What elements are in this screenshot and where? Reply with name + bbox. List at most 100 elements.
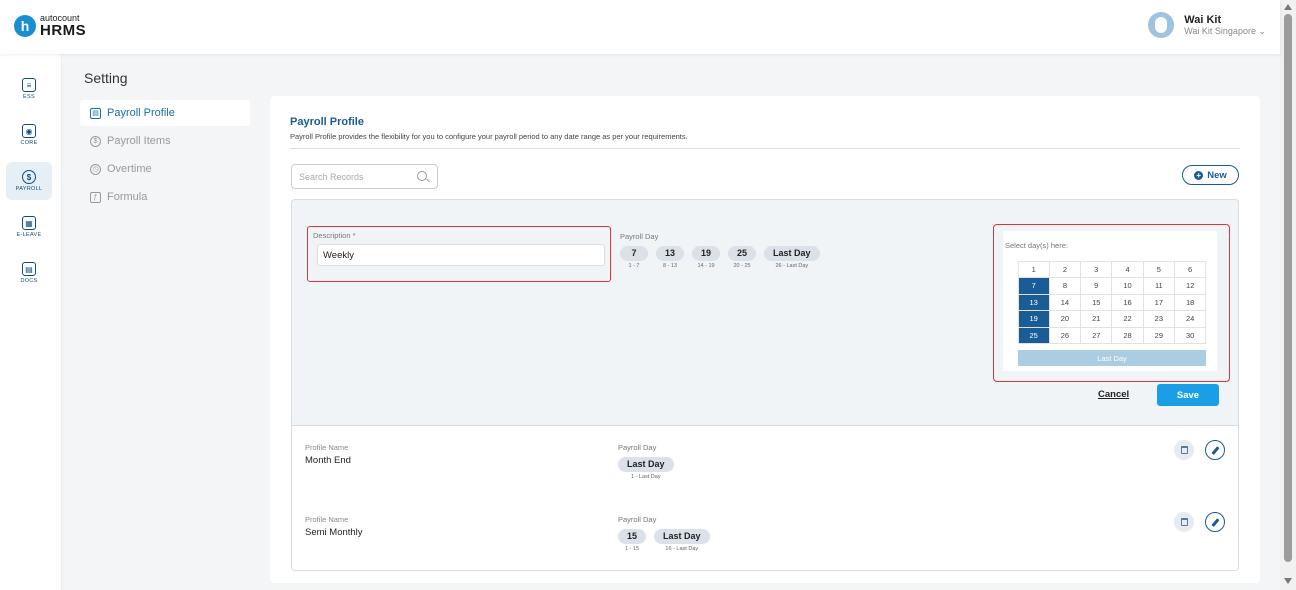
profile-name: Month End [305, 455, 351, 466]
app-logo[interactable]: h autocount HRMS [14, 14, 86, 38]
menu-item-label: Payroll Items [107, 135, 171, 147]
day-cell[interactable]: 16 [1111, 293, 1144, 311]
day-cell[interactable]: 12 [1173, 277, 1207, 295]
day-picker: Select day(s) here: 1 2 3 4 5 6 7 8 9 10 11 12 13 14 1… [1003, 231, 1217, 371]
payroll-day-pill: Last Day [764, 246, 820, 261]
new-button-label: New [1207, 169, 1227, 181]
pencil-icon [1211, 517, 1219, 527]
avatar[interactable] [1148, 12, 1175, 38]
edit-button[interactable] [1205, 440, 1225, 460]
day-cell[interactable]: 13 [1017, 293, 1050, 311]
day-cell[interactable]: 25 [1017, 326, 1050, 344]
search-input[interactable] [299, 165, 414, 188]
nav-label: E-LEAVE [16, 232, 42, 238]
day-cell[interactable]: 18 [1173, 293, 1207, 311]
profile-name-label: Profile Name [305, 443, 349, 452]
trash-icon [1180, 446, 1188, 454]
calendar-icon: ▦ [22, 216, 36, 230]
user-name: Wai Kit [1184, 13, 1222, 26]
day-cell[interactable]: 9 [1080, 277, 1113, 295]
day-picker-highlight: Select day(s) here: 1 2 3 4 5 6 7 8 9 10 11 12 13 14 1… [993, 224, 1230, 382]
payroll-day-label: Payroll Day [618, 515, 657, 524]
day-cell[interactable]: 5 [1142, 260, 1175, 278]
day-cell[interactable]: 27 [1080, 326, 1113, 344]
day-cell[interactable]: 15 [1080, 293, 1113, 311]
day-cell[interactable]: 23 [1142, 310, 1175, 328]
day-picker-label: Select day(s) here: [1005, 241, 1068, 250]
day-cell[interactable]: 10 [1111, 277, 1144, 295]
new-button[interactable]: + New [1182, 165, 1239, 185]
day-cell[interactable]: 6 [1173, 260, 1207, 278]
payroll-day-pill: Last Day [618, 457, 674, 472]
edit-button[interactable] [1205, 512, 1225, 532]
logo-mark: h [14, 15, 36, 37]
profile-name: Semi Monthly [305, 527, 363, 538]
delete-button[interactable] [1174, 512, 1194, 532]
nav-item-payroll[interactable]: $ PAYROLL [6, 162, 52, 200]
payroll-day-pill: Last Day [654, 529, 710, 544]
description-label: Description * [313, 231, 356, 240]
cancel-button[interactable]: Cancel [1098, 389, 1129, 400]
day-cell[interactable]: 8 [1048, 277, 1082, 295]
payroll-day-range: 8 - 13 [662, 263, 678, 269]
day-cell[interactable]: 1 [1017, 260, 1050, 278]
plus-icon: + [1194, 170, 1204, 180]
scroll-up-icon[interactable] [1284, 4, 1292, 10]
trash-icon [1180, 518, 1188, 526]
calendar-icon: ▤ [90, 107, 101, 119]
payroll-day-item: Last Day 1 - Last Day [618, 457, 674, 480]
nav-item-core[interactable]: ◉ CORE [6, 116, 52, 154]
day-cell[interactable]: 2 [1048, 260, 1082, 278]
coins-icon: $ [90, 135, 101, 147]
scroll-thumb[interactable] [1284, 14, 1292, 562]
day-cell[interactable]: 28 [1111, 326, 1144, 344]
day-cell[interactable]: 3 [1080, 260, 1113, 278]
day-cell[interactable]: 19 [1017, 310, 1050, 328]
menu-item-payroll-items[interactable]: $ Payroll Items [80, 128, 250, 154]
day-cell[interactable]: 4 [1111, 260, 1144, 278]
menu-item-payroll-profile[interactable]: ▤ Payroll Profile [80, 100, 250, 126]
search-box[interactable] [291, 164, 438, 189]
payroll-day-label: Payroll Day [618, 443, 657, 452]
menu-item-formula[interactable]: ƒ Formula [80, 184, 250, 210]
payroll-day-pill: 15 [618, 529, 647, 544]
search-icon[interactable] [417, 171, 427, 181]
payroll-day-range: 20 - 25 [733, 263, 751, 269]
user-menu[interactable]: Wai Kit Wai Kit Singapore ⌄ [1148, 12, 1266, 38]
day-cell[interactable]: 29 [1142, 326, 1175, 344]
nav-item-e-leave[interactable]: ▦ E-LEAVE [6, 208, 52, 246]
scroll-down-icon[interactable] [1284, 578, 1292, 584]
day-cell[interactable]: 7 [1017, 277, 1050, 295]
payroll-day-pills: 15 1 - 15 Last Day 16 - Last Day [618, 529, 710, 552]
nav-label: PAYROLL [15, 186, 43, 192]
menu-item-label: Overtime [107, 163, 152, 175]
day-cell[interactable]: 14 [1048, 293, 1082, 311]
day-cell[interactable]: 21 [1080, 310, 1113, 328]
menu-item-overtime[interactable]: ◷ Overtime [80, 156, 250, 182]
core-icon: ◉ [22, 124, 36, 138]
day-cell[interactable]: 24 [1173, 310, 1207, 328]
day-cell[interactable]: 22 [1111, 310, 1144, 328]
nav-label: ESS [23, 94, 35, 100]
day-cell[interactable]: 26 [1048, 326, 1082, 344]
delete-button[interactable] [1174, 440, 1194, 460]
day-cell[interactable]: 30 [1173, 326, 1207, 344]
nav-label: CORE [20, 140, 38, 146]
description-input[interactable] [317, 244, 605, 266]
records-list: Description * Payroll Day 7 1 - 7 13 8 -… [291, 199, 1239, 571]
payroll-day-item: Last Day 16 - Last Day [654, 529, 710, 552]
payroll-day-item: 19 14 - 19 [692, 246, 721, 269]
last-day-option[interactable]: Last Day [1018, 350, 1206, 366]
menu-item-label: Formula [107, 191, 148, 203]
payroll-day-range: 1 - Last Day [630, 474, 661, 480]
edit-profile-row: Description * Payroll Day 7 1 - 7 13 8 -… [292, 200, 1238, 426]
day-cell[interactable]: 17 [1142, 293, 1175, 311]
nav-item-ess[interactable]: ≡ ESS [6, 70, 52, 108]
save-button[interactable]: Save [1157, 384, 1219, 406]
day-cell[interactable]: 11 [1142, 277, 1175, 295]
company-selector[interactable]: Wai Kit Singapore ⌄ [1184, 26, 1266, 36]
ess-icon: ≡ [22, 78, 36, 92]
nav-item-docs[interactable]: ▤ DOCS [6, 254, 52, 292]
day-cell[interactable]: 20 [1048, 310, 1082, 328]
vertical-scrollbar[interactable] [1280, 0, 1296, 590]
